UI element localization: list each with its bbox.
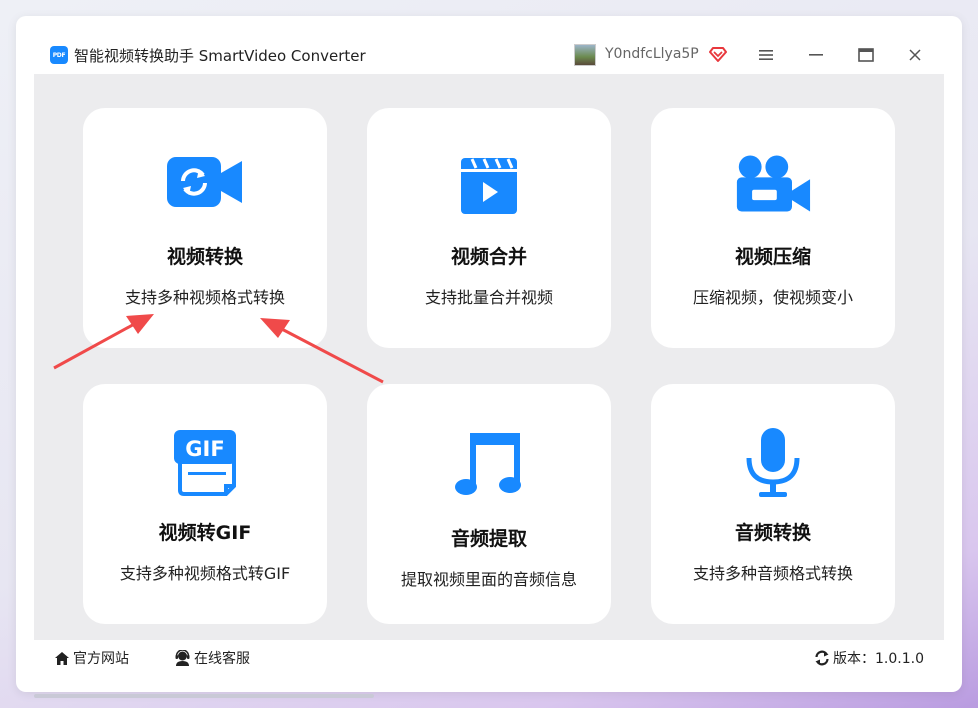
support-link[interactable]: 在线客服 (174, 648, 250, 668)
vip-diamond-icon[interactable] (709, 45, 727, 63)
svg-text:GIF: GIF (185, 437, 224, 461)
music-note-icon (451, 428, 527, 500)
support-label: 在线客服 (194, 651, 250, 667)
microphone-icon (735, 426, 811, 500)
card-title: 视频转GIF (158, 522, 252, 544)
username[interactable]: Y0ndfcLlya5P (605, 46, 699, 62)
feature-panel: 视频转换 支持多种视频格式转换 视频合并 支持批量合并视频 视频压缩 压缩视频，… (34, 74, 944, 640)
horizontal-scrollbar[interactable] (34, 694, 374, 698)
home-icon (55, 651, 69, 665)
app-title: 智能视频转换助手 SmartVideo Converter (74, 47, 366, 65)
card-video-to-gif[interactable]: GIF 视频转GIF 支持多种视频格式转GIF (83, 384, 327, 624)
app-logo: PDF (50, 46, 68, 64)
refresh-icon (815, 650, 829, 666)
card-description: 支持多种音频格式转换 (692, 564, 853, 583)
website-link[interactable]: 官方网站 (54, 648, 129, 668)
card-title: 音频提取 (450, 528, 527, 550)
gif-file-icon: GIF (167, 428, 243, 498)
hamburger-icon (759, 50, 773, 60)
close-icon (909, 49, 921, 61)
card-description: 支持批量合并视频 (424, 288, 553, 307)
card-description: 提取视频里面的音频信息 (400, 570, 577, 589)
card-audio-convert[interactable]: 音频转换 支持多种音频格式转换 (651, 384, 895, 624)
card-description: 支持多种视频格式转换 (124, 288, 285, 307)
card-description: 压缩视频，使视频变小 (692, 288, 853, 307)
title-bar[interactable]: PDF 智能视频转换助手 SmartVideo Converter Y0ndfc… (16, 16, 962, 74)
card-description: 支持多种视频格式转GIF (119, 564, 291, 583)
support-agent-icon (175, 650, 190, 666)
close-button[interactable] (903, 43, 927, 67)
card-video-compress[interactable]: 视频压缩 压缩视频，使视频变小 (651, 108, 895, 348)
video-convert-icon (167, 152, 243, 212)
card-video-convert[interactable]: 视频转换 支持多种视频格式转换 (83, 108, 327, 348)
version-label: 版本：1.0.1.0 (833, 651, 924, 667)
card-video-merge[interactable]: 视频合并 支持批量合并视频 (367, 108, 611, 348)
card-title: 视频压缩 (734, 246, 811, 268)
card-title: 视频合并 (450, 246, 527, 268)
status-bar: 官方网站 在线客服 版本：1.0.1.0 (34, 640, 944, 674)
maximize-button[interactable] (854, 43, 878, 67)
minimize-button[interactable] (804, 43, 828, 67)
version-info[interactable]: 版本：1.0.1.0 (814, 648, 924, 668)
website-label: 官方网站 (73, 651, 129, 667)
maximize-icon (858, 48, 874, 62)
minimize-icon (809, 54, 823, 56)
movie-camera-icon (735, 154, 811, 214)
card-title: 视频转换 (166, 246, 243, 268)
app-window: PDF 智能视频转换助手 SmartVideo Converter Y0ndfc… (16, 16, 962, 692)
avatar[interactable] (574, 44, 596, 66)
card-audio-extract[interactable]: 音频提取 提取视频里面的音频信息 (367, 384, 611, 624)
menu-button[interactable] (754, 43, 778, 67)
card-title: 音频转换 (734, 522, 811, 544)
clapperboard-icon (451, 156, 527, 216)
